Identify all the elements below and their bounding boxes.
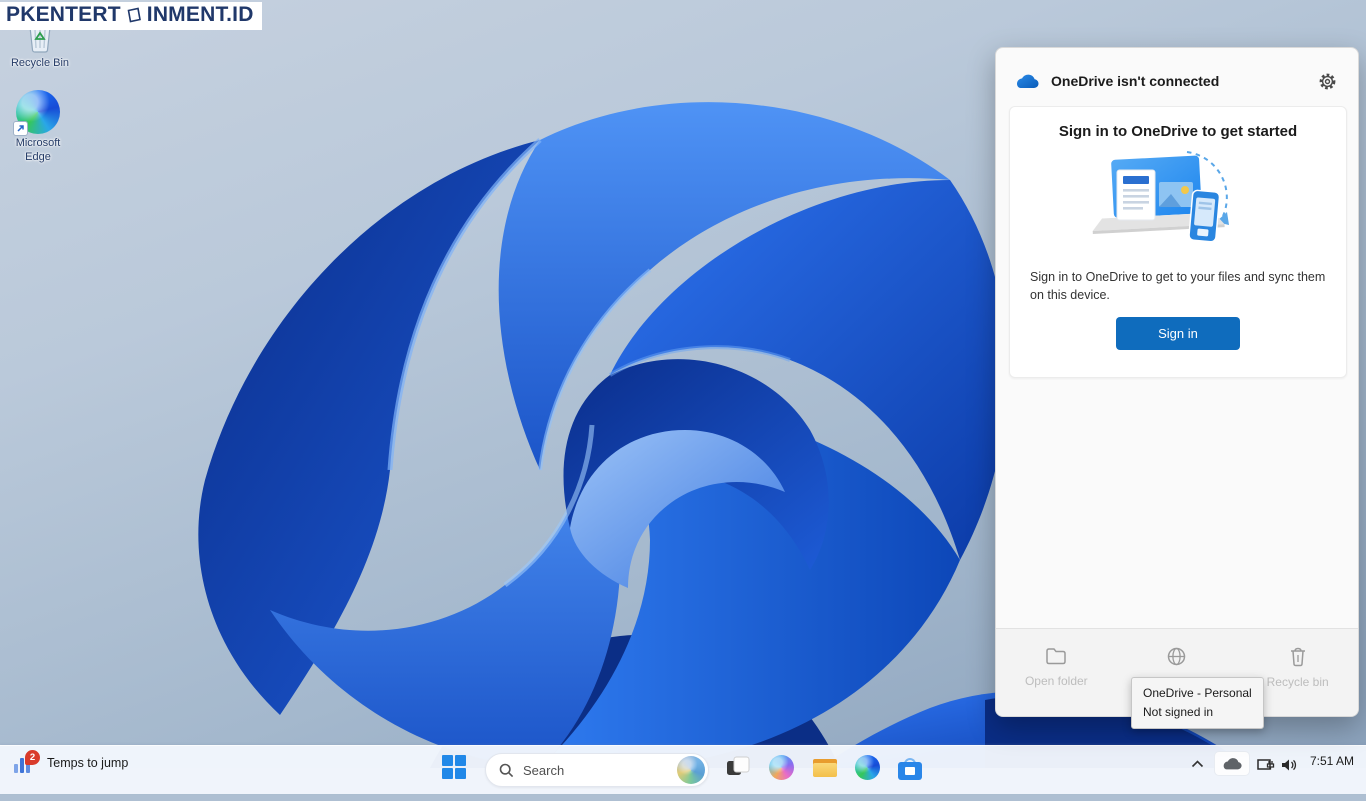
signin-description: Sign in to OneDrive to get to your files… <box>1030 270 1326 303</box>
watermark-suffix: INMENT.ID <box>146 3 254 26</box>
onedrive-tray-button[interactable] <box>1214 752 1249 775</box>
open-folder-label: Open folder <box>1024 674 1088 688</box>
system-tray: 7:51 AM <box>1187 746 1360 800</box>
edge-taskbar-button[interactable] <box>855 755 881 781</box>
edge-shortcut[interactable]: Microsoft Edge <box>0 90 76 165</box>
flyout-header: OneDrive isn't connected <box>996 48 1358 106</box>
shortcut-arrow-icon <box>17 125 24 132</box>
settings-button[interactable] <box>1314 68 1340 94</box>
onedrive-flyout: OneDrive isn't connected Sign in to OneD… <box>995 47 1359 717</box>
flyout-title: OneDrive isn't connected <box>1051 73 1220 89</box>
signin-button[interactable]: Sign in <box>1116 317 1240 351</box>
file-explorer-button[interactable] <box>812 755 838 781</box>
view-online-button[interactable] <box>1127 646 1227 667</box>
network-icon <box>1257 759 1275 770</box>
signin-card: Sign in to OneDrive to get started Sign … <box>1009 106 1347 378</box>
onedrive-cloud-icon <box>1017 74 1039 88</box>
trash-icon <box>1290 647 1305 667</box>
task-view-button[interactable] <box>726 755 752 781</box>
search-placeholder: Search <box>523 762 565 778</box>
clock[interactable]: 7:51 AM <box>1304 754 1360 768</box>
volume-icon <box>1281 759 1296 771</box>
onedrive-illustration <box>1092 151 1229 243</box>
search-box[interactable]: Search <box>485 753 709 787</box>
hidden-icons-button[interactable] <box>1187 752 1208 768</box>
widget-chart-icon: 2 <box>14 750 40 773</box>
search-icon <box>499 763 514 777</box>
edge-desktop-icon <box>13 90 60 136</box>
folder-icon <box>1046 648 1067 665</box>
store-icon <box>898 758 922 780</box>
desktop-icon-label: Recycle Bin <box>10 57 70 69</box>
search-highlight-icon[interactable] <box>677 756 705 784</box>
desktop-icon-label: Microsoft Edge <box>15 137 61 163</box>
copilot-button[interactable] <box>769 755 795 781</box>
watermark: PKENTERT INMENT.ID <box>0 2 262 30</box>
chevron-up-icon <box>1191 760 1204 768</box>
watermark-prefix: PKENTERT <box>6 3 121 26</box>
tooltip-title: OneDrive - Personal <box>1143 686 1252 700</box>
network-volume-button[interactable] <box>1256 752 1297 773</box>
taskbar: 2 Temps to jump Search 7:51 AM <box>0 745 1366 794</box>
windows-logo-icon <box>442 755 453 766</box>
clock-time: 7:51 AM <box>1309 754 1354 768</box>
store-button[interactable] <box>898 755 924 781</box>
recycle-bin-label: Recycle bin <box>1266 675 1329 689</box>
signin-heading: Sign in to OneDrive to get started <box>1058 123 1298 140</box>
start-button[interactable] <box>442 755 468 781</box>
watermark-logo-icon <box>127 7 141 23</box>
onedrive-tooltip: OneDrive - Personal Not signed in <box>1131 677 1264 730</box>
tooltip-status: Not signed in <box>1143 704 1214 719</box>
task-view-icon <box>727 756 750 775</box>
globe-icon <box>1168 647 1186 666</box>
gear-icon <box>1319 73 1335 89</box>
shortcut-arrow-badge <box>13 121 28 136</box>
cloud-tray-icon <box>1223 758 1242 770</box>
widgets-button[interactable]: 2 Temps to jump <box>8 749 134 775</box>
widget-badge: 2 <box>25 750 40 765</box>
open-folder-button[interactable]: Open folder <box>1006 646 1106 688</box>
